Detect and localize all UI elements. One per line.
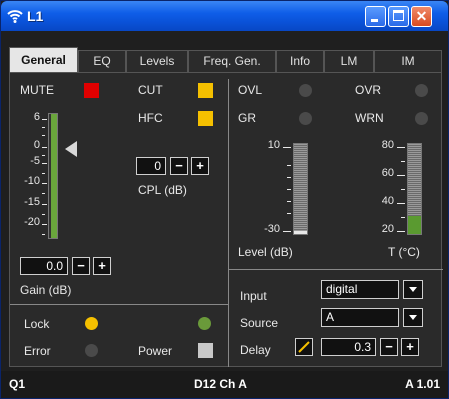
tab-freq-gen[interactable]: Freq. Gen. (188, 50, 276, 72)
tab-info[interactable]: Info (276, 50, 324, 72)
tab-general[interactable]: General (9, 47, 78, 73)
temperature-label: T (°C) (388, 245, 420, 259)
ovr-led (415, 84, 428, 97)
gain-scale-label: 6 (33, 111, 40, 123)
gain-label: Gain (dB) (20, 283, 72, 297)
cpl-increment-button[interactable]: + (191, 157, 209, 175)
status-bar: Q1 D12 Ch A A 1.01 (1, 371, 448, 398)
gain-increment-button[interactable]: + (93, 257, 111, 275)
tab-eq[interactable]: EQ (78, 50, 126, 72)
delay-increment-button[interactable]: + (401, 338, 419, 356)
window-title: L1 (27, 8, 44, 24)
gr-label: GR (238, 111, 256, 125)
close-icon: ✕ (415, 8, 428, 24)
mute-button[interactable] (84, 83, 99, 98)
gain-scale-label: -15 (24, 196, 40, 208)
wifi-signal-icon (7, 10, 23, 23)
gr-led (299, 112, 312, 125)
input-label: Input (240, 289, 267, 303)
source-dropdown-button[interactable] (403, 308, 423, 327)
lock-led (85, 317, 98, 330)
wrn-led (415, 112, 428, 125)
level-meter (293, 143, 308, 235)
cpl-value-field[interactable]: 0 (136, 157, 166, 175)
app-window: L1 ✕ General EQ Levels Freq. Gen. Info L… (0, 0, 449, 399)
gain-slider-handle[interactable] (65, 141, 77, 157)
tab-levels[interactable]: Levels (126, 50, 188, 72)
separator (228, 269, 229, 367)
temp-scale-label: 80 (381, 139, 394, 151)
ovr-label: OVR (355, 83, 382, 97)
gain-decrement-button[interactable]: − (72, 257, 90, 275)
input-dropdown-button[interactable] (403, 280, 423, 299)
title-bar[interactable]: L1 ✕ (1, 1, 448, 31)
temp-scale-label: 20 (381, 223, 394, 235)
close-button[interactable]: ✕ (411, 6, 432, 27)
chevron-down-icon (409, 315, 417, 320)
hfc-button[interactable] (198, 111, 213, 126)
tab-im[interactable]: IM (374, 50, 442, 72)
error-label: Error (24, 344, 51, 358)
minimize-button[interactable] (365, 6, 386, 27)
wrn-label: WRN (355, 111, 384, 125)
gain-value-field[interactable]: 0.0 (20, 257, 68, 275)
status-center: D12 Ch A (194, 377, 247, 391)
source-select[interactable]: A (321, 308, 399, 327)
general-panel: MUTE CUT HFC 6 0 -5 -10 -15 -20 0.0 − + … (9, 72, 443, 367)
gain-scale-label: 0 (33, 139, 40, 151)
cpl-decrement-button[interactable]: − (170, 157, 188, 175)
level-label: Level (dB) (238, 245, 293, 259)
temp-scale-label: 60 (381, 167, 394, 179)
maximize-button[interactable] (388, 6, 409, 27)
delay-value-field[interactable]: 0.3 (321, 338, 376, 356)
separator (10, 304, 228, 305)
gain-scale-label: -20 (24, 216, 40, 228)
separator (228, 79, 229, 299)
level-scale-label: 10 (267, 139, 280, 151)
status-right: A 1.01 (405, 377, 440, 391)
gain-scale-label: -5 (30, 155, 40, 167)
gain-scale-label: -10 (24, 175, 40, 187)
gain-meter (48, 113, 58, 239)
lock-label: Lock (24, 317, 50, 331)
minimize-icon (371, 19, 378, 22)
delay-label: Delay (240, 343, 271, 357)
tab-lm[interactable]: LM (324, 50, 374, 72)
ovl-led (299, 84, 312, 97)
ovl-label: OVL (238, 83, 263, 97)
maximize-icon (393, 10, 404, 21)
cut-button[interactable] (198, 83, 213, 98)
hfc-label: HFC (138, 111, 163, 125)
cut-label: CUT (138, 83, 163, 97)
source-label: Source (240, 316, 279, 330)
separator (228, 269, 443, 270)
level-scale-label: -30 (264, 223, 280, 235)
input-select[interactable]: digital (321, 280, 399, 299)
power-led (198, 317, 211, 330)
tab-bar: General EQ Levels Freq. Gen. Info LM IM (9, 47, 442, 73)
temperature-meter (407, 143, 422, 235)
cpl-label: CPL (dB) (138, 183, 187, 197)
delay-edit-icon[interactable] (295, 338, 313, 356)
power-button[interactable] (198, 343, 213, 358)
mute-label: MUTE (20, 83, 54, 97)
delay-decrement-button[interactable]: − (380, 338, 398, 356)
status-left: Q1 (9, 377, 26, 391)
error-led (85, 344, 98, 357)
temp-scale-label: 40 (381, 195, 394, 207)
chevron-down-icon (409, 287, 417, 292)
power-label: Power (138, 344, 173, 358)
